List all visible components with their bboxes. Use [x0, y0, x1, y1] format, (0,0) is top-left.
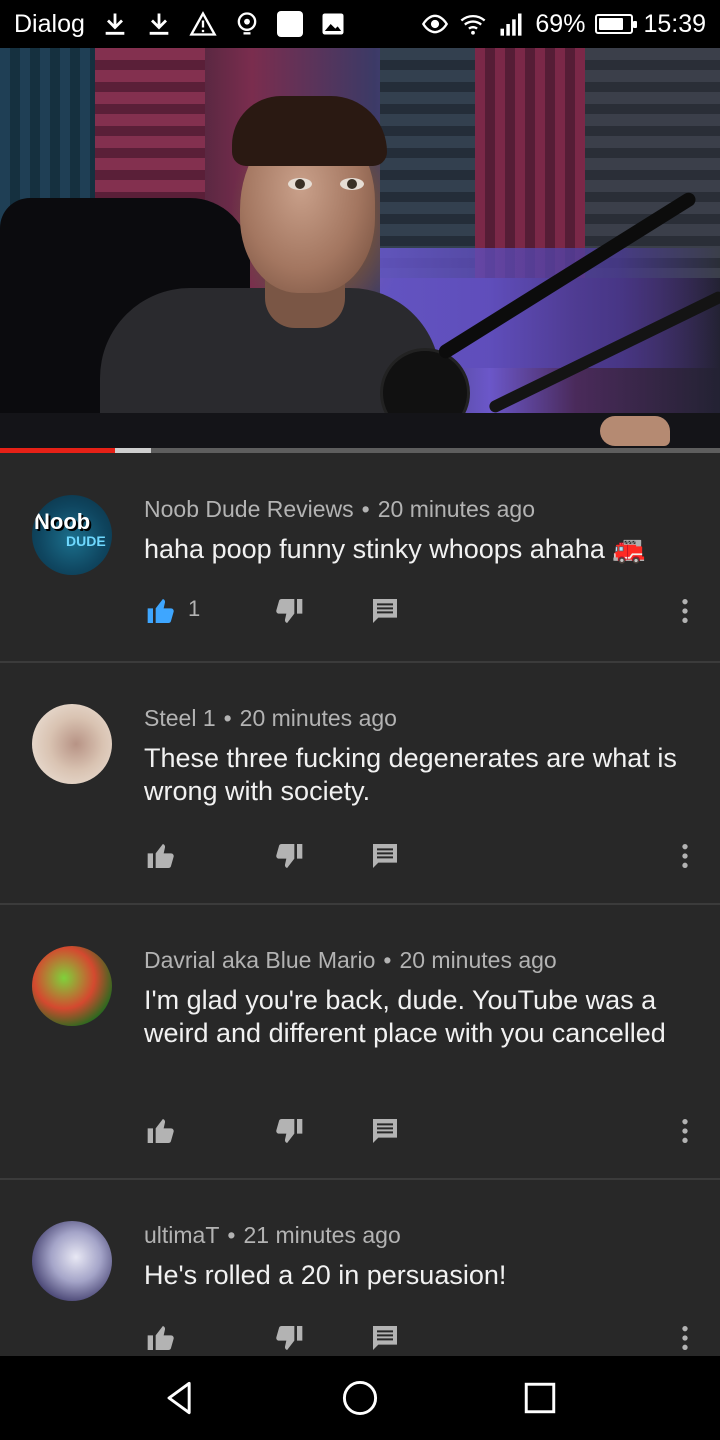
comment-author[interactable]: Steel 1	[144, 705, 216, 731]
comment-meta: Noob Dude Reviews • 20 minutes ago	[144, 496, 535, 523]
like-button[interactable]	[144, 1321, 178, 1355]
more-options-button[interactable]	[668, 1114, 702, 1148]
comment-meta: Steel 1 • 20 minutes ago	[144, 705, 397, 732]
comment-text: He's rolled a 20 in persuasion!	[144, 1260, 507, 1290]
more-options-button[interactable]	[668, 839, 702, 873]
avatar-text: Noob	[34, 509, 91, 534]
avatar-text: DUDE	[66, 533, 106, 549]
home-icon[interactable]	[338, 1376, 382, 1420]
wifi-icon	[459, 10, 487, 38]
reply-icon	[373, 599, 397, 623]
status-bar: Dialog 69% 15:39	[0, 0, 720, 48]
location-icon	[233, 10, 261, 38]
thumbs-down-icon	[276, 844, 303, 868]
like-count: 1	[188, 596, 201, 621]
navigation-bar	[0, 1356, 720, 1440]
like-button[interactable]	[144, 594, 178, 628]
clock: 15:39	[643, 9, 706, 38]
comment-actions: 1	[144, 594, 704, 630]
battery-percent: 69%	[535, 9, 586, 38]
comment-time: 20 minutes ago	[239, 705, 397, 731]
back-icon[interactable]	[158, 1376, 202, 1420]
thumbs-up-icon	[147, 1119, 174, 1143]
acoustic-foam	[475, 48, 585, 278]
reply-icon	[373, 1326, 397, 1350]
comment-item: Steel 1 • 20 minutes ago These three fucki…	[0, 663, 720, 905]
comment-meta: Davrial aka Blue Mario • 20 minutes ago	[144, 947, 557, 974]
avatar[interactable]	[32, 946, 112, 1026]
comment-actions	[144, 839, 704, 875]
person-eye	[288, 178, 312, 190]
comment-author[interactable]: Noob Dude Reviews	[144, 496, 354, 522]
acoustic-foam	[380, 48, 475, 278]
battery-fill	[599, 18, 623, 30]
comment-time: 20 minutes ago	[377, 496, 536, 522]
thumbs-up-icon	[147, 844, 174, 868]
reply-button[interactable]	[368, 839, 402, 873]
comment-item: Davrial aka Blue Mario • 20 minutes ago I'…	[0, 905, 720, 1180]
comment-time: 21 minutes ago	[243, 1222, 401, 1248]
more-vert-icon	[682, 599, 688, 623]
thumbs-down-icon	[276, 1119, 303, 1143]
dislike-button[interactable]	[272, 839, 306, 873]
comment-text: haha poop funny stinky whoops ahaha 🚒	[144, 534, 646, 564]
dislike-button[interactable]	[272, 594, 306, 628]
dislike-button[interactable]	[272, 1114, 306, 1148]
eye-icon	[421, 10, 449, 38]
separator-dot: •	[383, 947, 392, 973]
separator-dot: •	[227, 1222, 236, 1248]
comment-text: These three fucking degenerates are what…	[144, 743, 677, 806]
app-name: Dialog	[14, 9, 85, 38]
reply-button[interactable]	[368, 1321, 402, 1355]
reply-icon	[373, 1119, 397, 1143]
thumbs-up-icon	[147, 1326, 174, 1350]
person-hair	[232, 96, 387, 166]
thumbs-up-icon	[147, 599, 174, 623]
comment-author[interactable]: ultimaT	[144, 1222, 219, 1248]
signal-icon	[497, 10, 525, 38]
comment-item: ultimaT • 21 minutes ago He's rolled a 20 …	[0, 1180, 720, 1356]
comment-meta: ultimaT • 21 minutes ago	[144, 1222, 401, 1249]
thumbs-down-icon	[276, 1326, 303, 1350]
more-vert-icon	[682, 844, 688, 868]
person-eye	[340, 178, 364, 190]
more-options-button[interactable]	[668, 1321, 702, 1355]
comment-text: I'm glad you're back, dude. YouTube was …	[144, 985, 666, 1048]
avatar[interactable]: Noob DUDE	[32, 495, 112, 575]
thumbs-down-icon	[276, 599, 303, 623]
comment-actions	[144, 1114, 704, 1150]
like-button[interactable]	[144, 839, 178, 873]
separator-dot: •	[223, 705, 232, 731]
more-vert-icon	[682, 1326, 688, 1350]
dislike-button[interactable]	[272, 1321, 306, 1355]
avatar[interactable]	[32, 1221, 112, 1301]
comment-actions	[144, 1321, 704, 1356]
recents-icon[interactable]	[518, 1376, 562, 1420]
comments-list[interactable]: Noob DUDE Noob Dude Reviews • 20 minutes a…	[0, 453, 720, 1356]
comment-item: Noob DUDE Noob Dude Reviews • 20 minutes a…	[0, 453, 720, 663]
like-button[interactable]	[144, 1114, 178, 1148]
image-icon	[319, 10, 347, 38]
reply-icon	[373, 844, 397, 868]
video-player[interactable]	[0, 48, 720, 450]
warning-icon	[189, 10, 217, 38]
battery-icon	[595, 14, 638, 34]
person-hand	[600, 416, 670, 446]
more-options-button[interactable]	[668, 594, 702, 628]
download-icon	[101, 10, 129, 38]
more-vert-icon	[682, 1119, 688, 1143]
download-icon	[145, 10, 173, 38]
comment-author[interactable]: Davrial aka Blue Mario	[144, 947, 375, 973]
reply-button[interactable]	[368, 1114, 402, 1148]
app-square-icon	[276, 11, 303, 37]
separator-dot: •	[361, 496, 370, 522]
avatar[interactable]	[32, 704, 112, 784]
reply-button[interactable]	[368, 594, 402, 628]
comment-time: 20 minutes ago	[399, 947, 557, 973]
